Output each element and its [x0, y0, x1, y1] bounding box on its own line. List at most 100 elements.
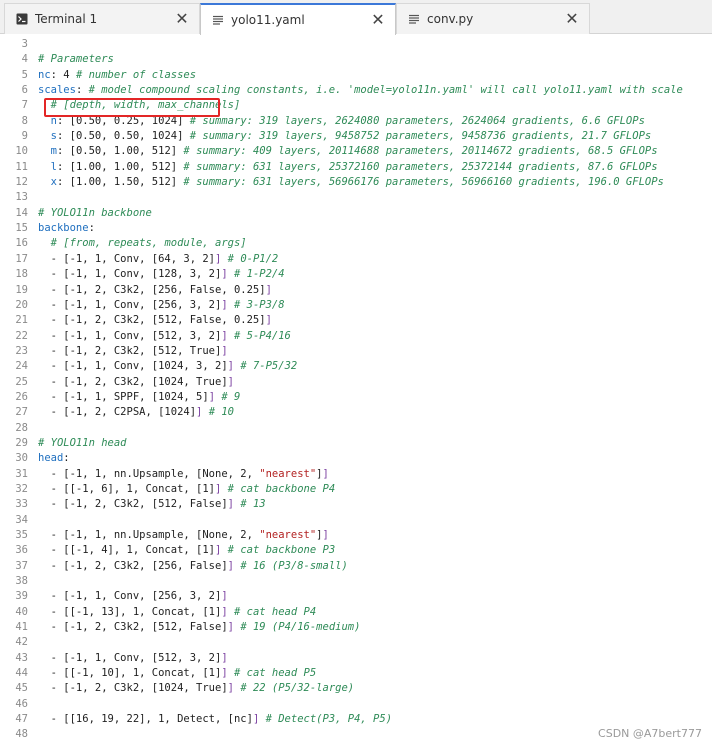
line-number: 31 — [15, 467, 28, 480]
code-line: 33 - [-1, 2, C3k2, [512, False]] # 13 — [0, 497, 683, 512]
line-number: 4 — [21, 53, 28, 66]
code-line: 43 - [-1, 1, Conv, [512, 3, 2]] — [0, 651, 683, 666]
code-token: - [[-1, 6], 1, Concat, [1] — [38, 482, 216, 495]
code-comment: # summary: 631 layers, 25372160 paramete… — [183, 160, 658, 173]
code-text: l: [1.00, 1.00, 512] # summary: 631 laye… — [38, 160, 658, 175]
code-text: - [-1, 2, C3k2, [256, False, 0.25]] — [38, 283, 272, 298]
code-line: 24 - [-1, 1, Conv, [1024, 3, 2]] # 7-P5/… — [0, 359, 683, 374]
code-line: 38 — [0, 574, 683, 589]
code-editor[interactable]: 3 4 # Parameters 5 nc: 4 # number of classes… — [0, 34, 712, 746]
code-comment: # [from, repeats, module, args] — [50, 237, 247, 250]
code-text: scales: # model compound scaling constan… — [38, 83, 683, 98]
code-token: - [-1, 1, Conv, [256, 3, 2] — [38, 298, 222, 311]
line-number: 28 — [15, 421, 28, 434]
code-text: # Parameters — [38, 52, 114, 67]
line-number: 15 — [15, 222, 28, 235]
code-text: s: [0.50, 0.50, 1024] # summary: 319 lay… — [38, 129, 652, 144]
code-comment: # 13 — [240, 498, 266, 511]
code-line: 4 # Parameters — [0, 52, 683, 67]
code-text: - [[-1, 6], 1, Concat, [1]] # cat backbo… — [38, 482, 336, 497]
code-comment: # model compound scaling constants, i.e.… — [88, 84, 683, 97]
tab-label: Terminal 1 — [35, 12, 98, 26]
code-line: 31 - [-1, 1, nn.Upsample, [None, 2, "nea… — [0, 467, 683, 482]
line-number: 39 — [15, 590, 28, 603]
line-number: 29 — [15, 436, 28, 449]
watermark: CSDN @A7bert777 — [598, 727, 702, 740]
terminal-icon — [15, 12, 29, 26]
tab-conv-py[interactable]: conv.py ✕ — [396, 3, 590, 34]
code-token: - [-1, 1, nn.Upsample, [None, 2, — [38, 529, 260, 541]
code-line: 11 l: [1.00, 1.00, 512] # summary: 631 l… — [0, 160, 683, 175]
code-comment: # 9 — [221, 390, 241, 403]
code-line: 32 - [[-1, 6], 1, Concat, [1]] # cat bac… — [0, 482, 683, 497]
code-token: ] — [265, 314, 272, 327]
line-number: 33 — [15, 498, 28, 511]
code-line: 35 - [-1, 1, nn.Upsample, [None, 2, "nea… — [0, 528, 683, 543]
code-text: - [-1, 2, C2PSA, [1024]] # 10 — [38, 405, 234, 420]
tab-terminal-1[interactable]: Terminal 1 ✕ — [4, 3, 200, 34]
line-number: 16 — [15, 237, 28, 250]
line-number: 42 — [15, 636, 28, 649]
code-text: # [from, repeats, module, args] — [38, 236, 247, 251]
code-token: - [-1, 2, C3k2, [512, True] — [38, 344, 222, 357]
code-text: - [-1, 1, nn.Upsample, [None, 2, "neares… — [38, 467, 329, 482]
code-line: 39 - [-1, 1, Conv, [256, 3, 2]] — [0, 589, 683, 604]
code-token: - [-1, 1, nn.Upsample, [None, 2, — [38, 467, 260, 480]
code-line: 36 - [[-1, 4], 1, Concat, [1]] # cat bac… — [0, 543, 683, 558]
code-line: 16 # [from, repeats, module, args] — [0, 236, 683, 251]
close-icon[interactable]: ✕ — [563, 11, 581, 27]
code-token: - [-1, 1, Conv, [256, 3, 2] — [38, 590, 222, 603]
code-token: : [1.00, 1.00, 512] — [56, 160, 184, 173]
line-number: 5 — [21, 68, 28, 81]
line-number: 27 — [15, 406, 28, 419]
line-number: 3 — [21, 38, 28, 50]
code-comment: # 0-P1/2 — [227, 252, 279, 265]
code-line: 18 - [-1, 1, Conv, [128, 3, 2]] # 1-P2/4 — [0, 267, 683, 282]
code-line: 48 — [0, 727, 683, 742]
code-text: - [[-1, 13], 1, Concat, [1]] # cat head … — [38, 605, 317, 620]
code-key: nc — [38, 68, 51, 81]
code-token: : [0.50, 0.50, 1024] — [56, 130, 190, 143]
code-token: - [-1, 1, Conv, [64, 3, 2] — [38, 252, 216, 265]
code-token: - [-1, 2, C3k2, [1024, True] — [38, 375, 228, 388]
close-icon[interactable]: ✕ — [173, 11, 191, 27]
code-comment: # cat backbone P4 — [227, 482, 336, 495]
code-token: - [[16, 19, 22], 1, Detect, [nc] — [38, 713, 253, 726]
code-comment: # cat backbone P3 — [227, 544, 336, 557]
code-text: backbone: — [38, 221, 95, 236]
code-text: - [-1, 2, C3k2, [1024, True]] # 22 (P5/3… — [38, 681, 354, 696]
line-number: 8 — [21, 114, 28, 127]
code-key: backbone — [38, 222, 89, 235]
line-number: 12 — [15, 176, 28, 189]
close-icon[interactable]: ✕ — [369, 12, 387, 28]
code-text: - [-1, 1, Conv, [256, 3, 2]] # 3-P3/8 — [38, 298, 285, 313]
file-text-icon — [211, 13, 225, 27]
code-comment: # 3-P3/8 — [233, 298, 285, 311]
line-number: 41 — [15, 621, 28, 634]
code-token: : — [63, 452, 70, 465]
code-line: 20 - [-1, 1, Conv, [256, 3, 2]] # 3-P3/8 — [0, 298, 683, 313]
tab-bar: Terminal 1 ✕ yolo11.yaml ✕ conv.py ✕ — [0, 0, 712, 35]
code-text: - [[-1, 4], 1, Concat, [1]] # cat backbo… — [38, 543, 336, 558]
code-text: - [-1, 1, Conv, [512, 3, 2]] # 5-P4/16 — [38, 329, 291, 344]
code-token: ] — [227, 375, 234, 388]
code-token: ] — [221, 344, 228, 357]
code-token: ] — [265, 283, 272, 296]
code-token: : [1.00, 1.50, 512] — [56, 176, 184, 189]
code-text: # YOLO11n head — [38, 436, 127, 451]
line-number: 40 — [15, 605, 28, 618]
line-number: 18 — [15, 268, 28, 281]
code-comment: # summary: 319 layers, 9458752 parameter… — [189, 130, 652, 143]
tab-yolo11-yaml[interactable]: yolo11.yaml ✕ — [200, 3, 396, 35]
line-number: 47 — [15, 713, 28, 726]
code-comment: # 22 (P5/32-large) — [240, 682, 355, 695]
code-token: - [-1, 1, Conv, [512, 3, 2] — [38, 651, 222, 664]
code-line: 44 - [[-1, 10], 1, Concat, [1]] # cat he… — [0, 666, 683, 681]
code-token: - [-1, 2, C3k2, [256, False] — [38, 559, 228, 572]
code-line: 47 - [[16, 19, 22], 1, Detect, [nc]] # D… — [0, 712, 683, 727]
code-line: 41 - [-1, 2, C3k2, [512, False]] # 19 (P… — [0, 620, 683, 635]
code-line: 45 - [-1, 2, C3k2, [1024, True]] # 22 (P… — [0, 681, 683, 696]
code-comment: # 19 (P4/16-medium) — [240, 621, 361, 634]
code-token: ] — [221, 590, 228, 603]
